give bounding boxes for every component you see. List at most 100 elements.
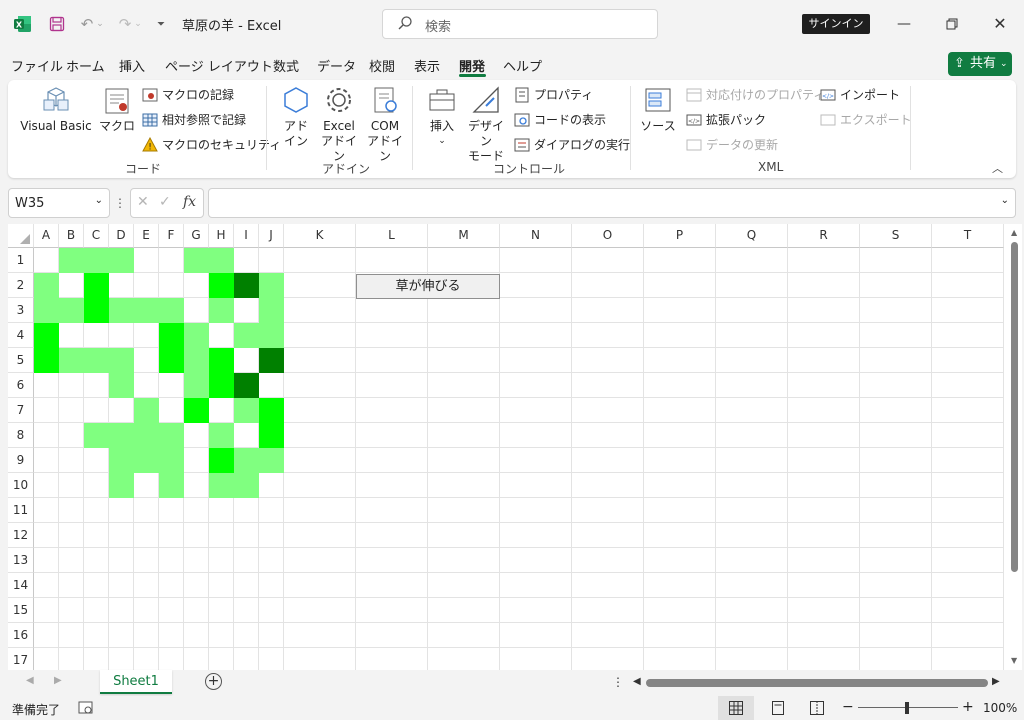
insert-function-icon[interactable]: fx <box>183 194 196 210</box>
cell-N8[interactable] <box>500 423 572 448</box>
cell-O10[interactable] <box>572 473 644 498</box>
cell-T9[interactable] <box>932 448 1004 473</box>
cell-L16[interactable] <box>356 623 428 648</box>
restore-icon[interactable] <box>940 12 964 36</box>
cell-E7[interactable] <box>134 398 159 423</box>
macro-recording-icon[interactable] <box>78 700 94 719</box>
cell-H5[interactable] <box>209 348 234 373</box>
cell-I7[interactable] <box>234 398 259 423</box>
cell-I13[interactable] <box>234 548 259 573</box>
cell-T7[interactable] <box>932 398 1004 423</box>
cell-Q6[interactable] <box>716 373 788 398</box>
cell-S4[interactable] <box>860 323 932 348</box>
page-break-view-icon[interactable] <box>810 701 824 718</box>
cell-D17[interactable] <box>109 648 134 670</box>
cell-G15[interactable] <box>184 598 209 623</box>
cell-L10[interactable] <box>356 473 428 498</box>
prev-sheet-icon[interactable]: ◀ <box>26 675 34 686</box>
properties-button[interactable]: プロパティ <box>514 86 593 104</box>
cell-C17[interactable] <box>84 648 109 670</box>
vertical-scroll-thumb[interactable] <box>1011 242 1018 572</box>
cell-K8[interactable] <box>284 423 356 448</box>
cell-G7[interactable] <box>184 398 209 423</box>
cell-L4[interactable] <box>356 323 428 348</box>
cell-R15[interactable] <box>788 598 860 623</box>
cell-B2[interactable] <box>59 273 84 298</box>
cell-A9[interactable] <box>34 448 59 473</box>
cell-D9[interactable] <box>109 448 134 473</box>
cell-T3[interactable] <box>932 298 1004 323</box>
cell-A1[interactable] <box>34 248 59 273</box>
cell-N14[interactable] <box>500 573 572 598</box>
cell-G2[interactable] <box>184 273 209 298</box>
cell-M5[interactable] <box>428 348 500 373</box>
cell-J10[interactable] <box>259 473 284 498</box>
cell-N1[interactable] <box>500 248 572 273</box>
expand-formula-icon[interactable]: ⌄ <box>1001 195 1009 206</box>
column-header-T[interactable]: T <box>932 224 1004 248</box>
cell-J4[interactable] <box>259 323 284 348</box>
cell-M12[interactable] <box>428 523 500 548</box>
cell-C14[interactable] <box>84 573 109 598</box>
cell-M16[interactable] <box>428 623 500 648</box>
cell-I11[interactable] <box>234 498 259 523</box>
cell-F12[interactable] <box>159 523 184 548</box>
cell-L7[interactable] <box>356 398 428 423</box>
cell-P16[interactable] <box>644 623 716 648</box>
export-button[interactable]: エクスポート <box>820 111 912 129</box>
cell-C3[interactable] <box>84 298 109 323</box>
cell-L17[interactable] <box>356 648 428 670</box>
macro-security-button[interactable]: ! マクロのセキュリティ <box>142 136 281 154</box>
cell-P11[interactable] <box>644 498 716 523</box>
cell-C5[interactable] <box>84 348 109 373</box>
cell-N12[interactable] <box>500 523 572 548</box>
cell-S2[interactable] <box>860 273 932 298</box>
cell-C11[interactable] <box>84 498 109 523</box>
cell-D10[interactable] <box>109 473 134 498</box>
cell-J14[interactable] <box>259 573 284 598</box>
column-header-B[interactable]: B <box>59 224 84 248</box>
cell-J1[interactable] <box>259 248 284 273</box>
cell-J16[interactable] <box>259 623 284 648</box>
cell-G16[interactable] <box>184 623 209 648</box>
cell-F11[interactable] <box>159 498 184 523</box>
cell-R5[interactable] <box>788 348 860 373</box>
cell-A3[interactable] <box>34 298 59 323</box>
row-header-14[interactable]: 14 <box>8 573 34 598</box>
cell-N5[interactable] <box>500 348 572 373</box>
save-icon[interactable] <box>46 13 68 35</box>
tab-home[interactable]: ホーム <box>66 56 105 75</box>
cell-L14[interactable] <box>356 573 428 598</box>
column-header-Q[interactable]: Q <box>716 224 788 248</box>
sheet-tab-sheet1[interactable]: Sheet1 <box>100 670 172 694</box>
cell-E1[interactable] <box>134 248 159 273</box>
cell-Q4[interactable] <box>716 323 788 348</box>
cell-O15[interactable] <box>572 598 644 623</box>
zoom-in-icon[interactable]: + <box>962 699 974 715</box>
cell-G9[interactable] <box>184 448 209 473</box>
cell-H16[interactable] <box>209 623 234 648</box>
cell-F7[interactable] <box>159 398 184 423</box>
cell-P9[interactable] <box>644 448 716 473</box>
cell-P2[interactable] <box>644 273 716 298</box>
cell-C16[interactable] <box>84 623 109 648</box>
tab-review[interactable]: 校閲 <box>369 56 395 75</box>
row-header-9[interactable]: 9 <box>8 448 34 473</box>
cell-M3[interactable] <box>428 298 500 323</box>
cell-N13[interactable] <box>500 548 572 573</box>
undo-dropdown-icon[interactable]: ⌄ <box>94 13 106 35</box>
cell-B14[interactable] <box>59 573 84 598</box>
cell-T10[interactable] <box>932 473 1004 498</box>
cell-A12[interactable] <box>34 523 59 548</box>
cell-F16[interactable] <box>159 623 184 648</box>
cell-T6[interactable] <box>932 373 1004 398</box>
cell-M8[interactable] <box>428 423 500 448</box>
cell-D12[interactable] <box>109 523 134 548</box>
cell-C7[interactable] <box>84 398 109 423</box>
cell-P7[interactable] <box>644 398 716 423</box>
cell-N9[interactable] <box>500 448 572 473</box>
cell-R10[interactable] <box>788 473 860 498</box>
com-addin-button[interactable]: COM アドイン <box>364 84 406 164</box>
row-header-13[interactable]: 13 <box>8 548 34 573</box>
cell-Q11[interactable] <box>716 498 788 523</box>
